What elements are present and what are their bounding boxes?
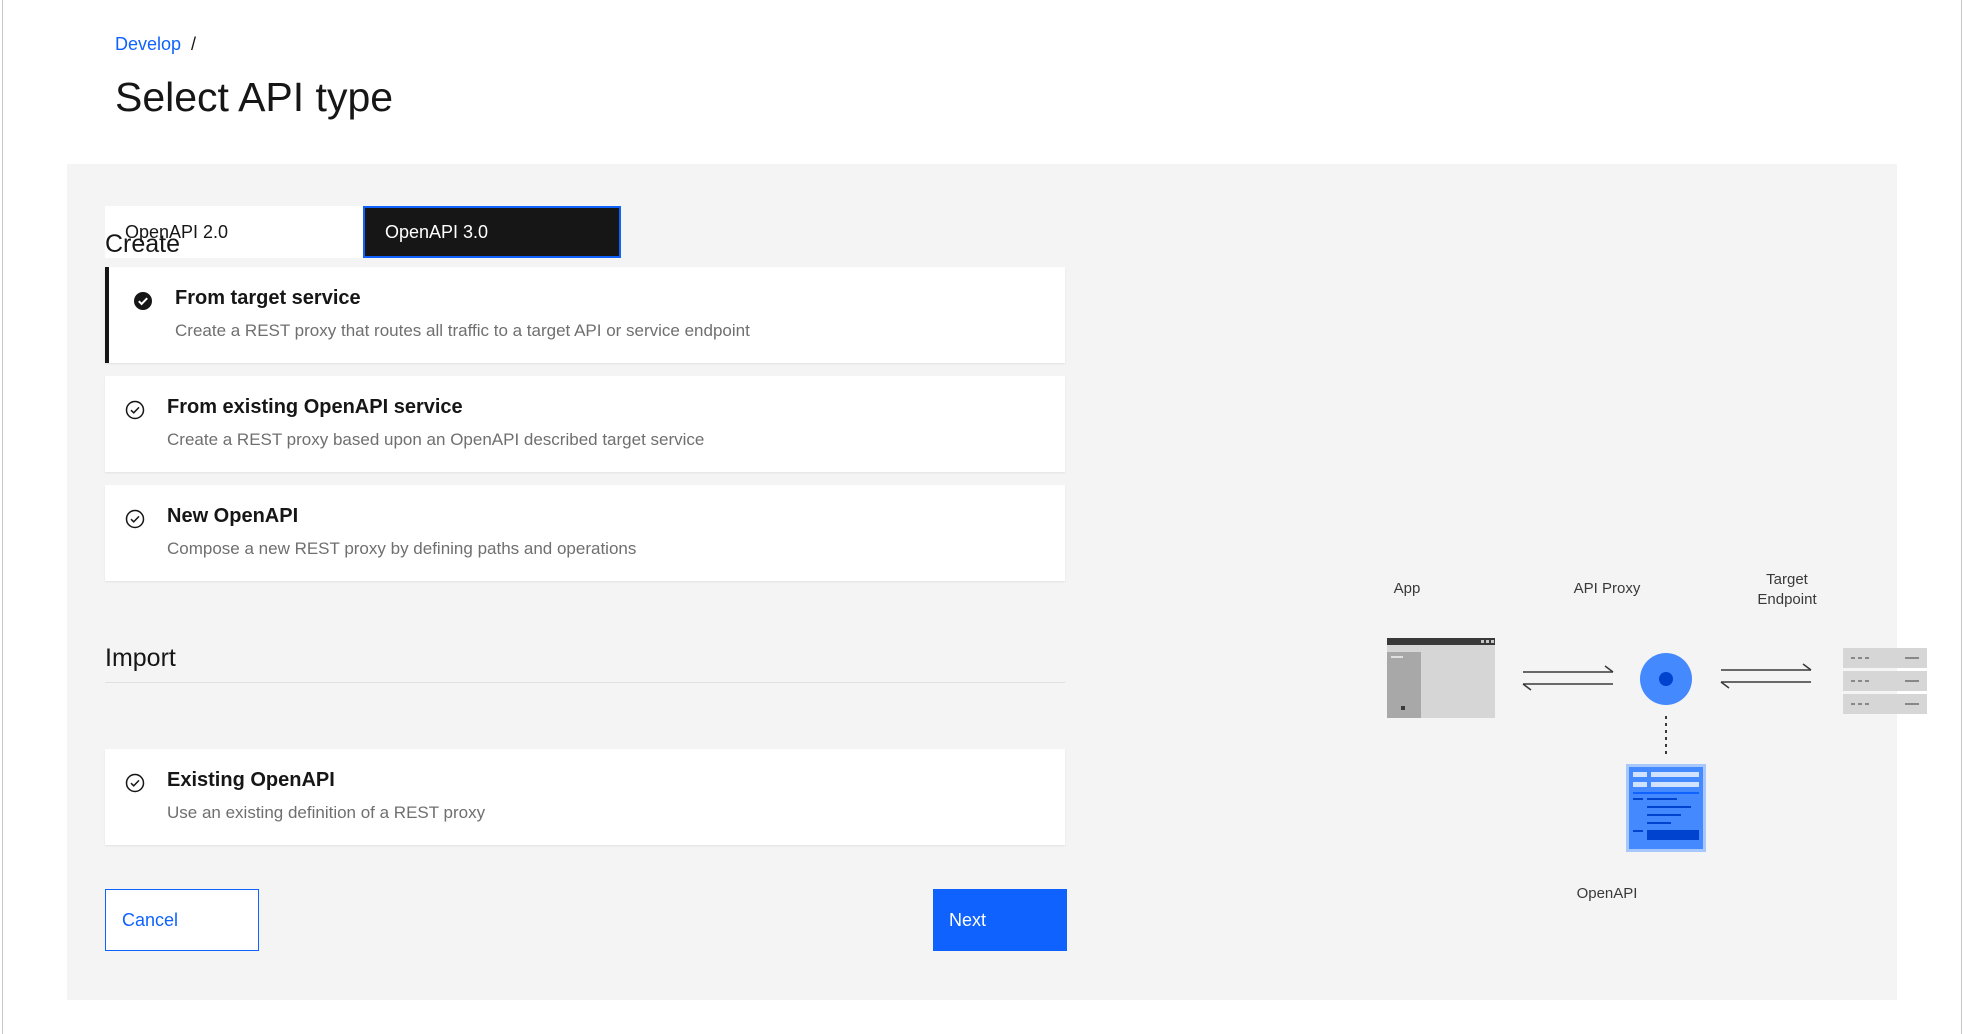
diagram-graphic bbox=[1387, 638, 1927, 852]
tile-new-openapi[interactable]: New OpenAPI Compose a new REST proxy by … bbox=[105, 485, 1065, 581]
tile-from-target-service[interactable]: From target service Create a REST proxy … bbox=[105, 267, 1065, 363]
tile-description: Create a REST proxy that routes all traf… bbox=[175, 321, 750, 340]
page-title: Select API type bbox=[115, 74, 394, 120]
tile-title: From existing OpenAPI service bbox=[167, 396, 463, 418]
next-button[interactable]: Next bbox=[933, 889, 1067, 951]
tile-description: Create a REST proxy based upon an OpenAP… bbox=[167, 430, 705, 449]
app-window-icon bbox=[1387, 638, 1495, 718]
server-stack-icon bbox=[1843, 648, 1927, 714]
openapi-document-icon bbox=[1626, 764, 1706, 852]
breadcrumb: Develop / bbox=[115, 34, 196, 55]
tile-title: New OpenAPI bbox=[167, 505, 299, 527]
breadcrumb-separator: / bbox=[191, 34, 197, 54]
main-panel: OpenAPI 2.0 OpenAPI 3.0 Create From targ… bbox=[67, 164, 1927, 1000]
tile-title: From target service bbox=[175, 287, 361, 309]
breadcrumb-link-develop[interactable]: Develop bbox=[115, 34, 181, 55]
cancel-button[interactable]: Cancel bbox=[105, 889, 259, 951]
checkmark-outline-icon bbox=[125, 509, 145, 529]
import-heading: Import bbox=[105, 644, 176, 672]
tile-existing-openapi[interactable]: Existing OpenAPI Use an existing definit… bbox=[105, 749, 1065, 845]
bidirectional-arrows-icon-right bbox=[1720, 663, 1812, 689]
checkmark-outline-icon bbox=[125, 400, 145, 420]
api-proxy-node-icon bbox=[1640, 653, 1692, 705]
checkmark-outline-icon bbox=[125, 773, 145, 793]
diagram-label-openapi: OpenAPI bbox=[1576, 885, 1638, 902]
api-proxy-diagram: App API Proxy Target Endpoint OpenAPI bbox=[1307, 394, 1927, 902]
tile-description: Use an existing definition of a REST pro… bbox=[167, 803, 486, 822]
bidirectional-arrows-icon bbox=[1522, 665, 1614, 691]
create-heading: Create bbox=[105, 230, 181, 258]
tile-title: Existing OpenAPI bbox=[167, 769, 335, 791]
openapi-version-switcher: OpenAPI 2.0 OpenAPI 3.0 bbox=[105, 206, 621, 258]
checkmark-filled-icon bbox=[134, 292, 152, 310]
tile-description: Compose a new REST proxy by defining pat… bbox=[167, 539, 637, 558]
tile-from-existing-openapi-service[interactable]: From existing OpenAPI service Create a R… bbox=[105, 376, 1065, 472]
section-divider bbox=[105, 682, 1065, 683]
switch-openapi-3[interactable]: OpenAPI 3.0 bbox=[363, 206, 621, 258]
